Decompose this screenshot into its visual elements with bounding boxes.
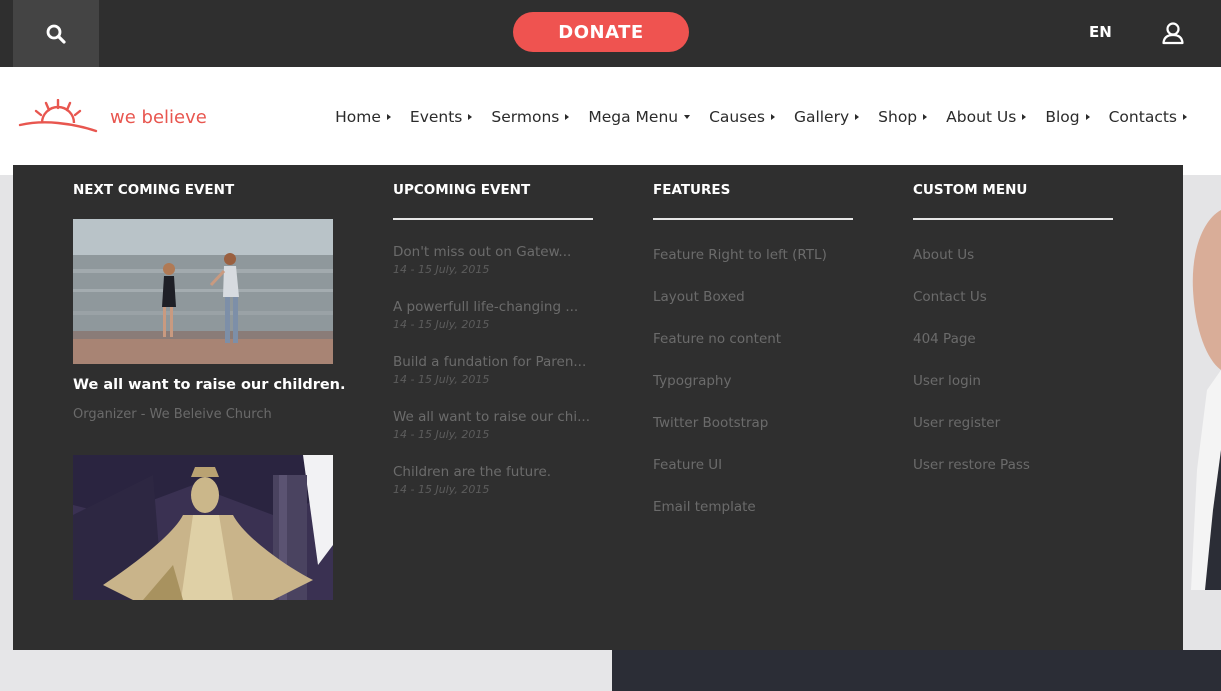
nav-item-shop[interactable]: Shop	[878, 108, 928, 126]
upcoming-event-title[interactable]: Children are the future.	[393, 464, 593, 480]
search-button[interactable]	[13, 0, 99, 67]
custom-menu-heading: CUSTOM MENU	[913, 182, 1028, 198]
custom-menu-link[interactable]: User login	[913, 373, 981, 389]
caret-right-icon	[468, 114, 473, 120]
event-photo-statue[interactable]	[73, 455, 333, 600]
upcoming-event-item[interactable]: Build a fundation for Paren... 14 - 15 J…	[393, 354, 593, 386]
sunrise-logo-icon	[18, 99, 98, 133]
features-link[interactable]: Feature no content	[653, 331, 781, 347]
next-event-heading: NEXT COMING EVENT	[73, 182, 235, 198]
user-account-button[interactable]	[1160, 20, 1186, 46]
features-link[interactable]: Feature Right to left (RTL)	[653, 247, 827, 263]
features-heading: FEATURES	[653, 182, 731, 198]
nav-item-events[interactable]: Events	[410, 108, 473, 126]
features-link[interactable]: Twitter Bootstrap	[653, 415, 768, 431]
heading-divider	[913, 218, 1113, 220]
features-link[interactable]: Feature UI	[653, 457, 722, 473]
upcoming-event-date: 14 - 15 July, 2015	[393, 318, 490, 331]
site-header: we believe Home Events Sermons Mega Menu…	[0, 67, 1221, 175]
language-selector[interactable]: EN	[1089, 23, 1112, 41]
caret-right-icon	[1183, 114, 1187, 120]
caret-right-icon	[386, 114, 391, 120]
site-logo[interactable]: we believe	[18, 99, 207, 135]
upcoming-event-title[interactable]: A powerfull life-changing ...	[393, 299, 593, 315]
features-link[interactable]: Typography	[653, 373, 731, 389]
upcoming-event-title[interactable]: Don't miss out on Gatew...	[393, 244, 593, 260]
top-bar: DONATE EN	[0, 0, 1221, 67]
custom-menu-link[interactable]: User restore Pass	[913, 457, 1030, 473]
nav-item-about-us[interactable]: About Us	[946, 108, 1027, 126]
upcoming-event-date: 14 - 15 July, 2015	[393, 428, 490, 441]
search-icon	[46, 24, 66, 44]
upcoming-event-item[interactable]: Children are the future. 14 - 15 July, 2…	[393, 464, 593, 496]
upcoming-event-heading: UPCOMING EVENT	[393, 182, 531, 198]
features-link[interactable]: Layout Boxed	[653, 289, 745, 305]
nav-item-contacts[interactable]: Contacts	[1109, 108, 1187, 126]
upcoming-event-item[interactable]: Don't miss out on Gatew... 14 - 15 July,…	[393, 244, 593, 276]
custom-menu-link[interactable]: Contact Us	[913, 289, 987, 305]
nav-item-mega-menu[interactable]: Mega Menu	[588, 108, 691, 126]
caret-right-icon	[1085, 114, 1090, 120]
main-nav: Home Events Sermons Mega Menu Causes Gal…	[316, 108, 1187, 126]
upcoming-event-item[interactable]: A powerfull life-changing ... 14 - 15 Ju…	[393, 299, 593, 331]
logo-text: we believe	[110, 106, 207, 128]
hero-background	[0, 650, 612, 691]
event-photo-beach[interactable]	[73, 219, 333, 364]
nav-item-sermons[interactable]: Sermons	[491, 108, 570, 126]
upcoming-event-title[interactable]: Build a fundation for Paren...	[393, 354, 593, 370]
mega-menu-dropdown: NEXT COMING EVENT We all want to raise o…	[13, 165, 1183, 650]
user-icon	[1162, 22, 1184, 45]
hero-photo-bottom	[612, 650, 1221, 691]
caret-right-icon	[855, 114, 860, 120]
upcoming-event-date: 14 - 15 July, 2015	[393, 483, 490, 496]
beach-children-image	[73, 219, 333, 364]
upcoming-event-title[interactable]: We all want to raise our chi...	[393, 409, 593, 425]
event-organizer: Organizer - We Beleive Church	[73, 407, 272, 422]
nav-item-home[interactable]: Home	[335, 108, 391, 126]
heading-divider	[393, 218, 593, 220]
upcoming-event-date: 14 - 15 July, 2015	[393, 373, 490, 386]
custom-menu-link[interactable]: About Us	[913, 247, 974, 263]
upcoming-event-date: 14 - 15 July, 2015	[393, 263, 490, 276]
donate-button[interactable]: DONATE	[513, 12, 689, 52]
nav-item-gallery[interactable]: Gallery	[794, 108, 860, 126]
custom-menu-link[interactable]: 404 Page	[913, 331, 976, 347]
event-title[interactable]: We all want to raise our children.	[73, 377, 346, 393]
caret-right-icon	[1022, 114, 1027, 120]
caret-down-icon	[684, 115, 691, 119]
upcoming-event-item[interactable]: We all want to raise our chi... 14 - 15 …	[393, 409, 593, 441]
hero-person-image	[1191, 210, 1221, 590]
custom-menu-link[interactable]: User register	[913, 415, 1000, 431]
nav-item-blog[interactable]: Blog	[1045, 108, 1090, 126]
caret-right-icon	[923, 114, 928, 120]
heading-divider	[653, 218, 853, 220]
features-link[interactable]: Email template	[653, 499, 756, 515]
caret-right-icon	[565, 114, 570, 120]
nav-item-causes[interactable]: Causes	[709, 108, 775, 126]
statue-image	[73, 455, 333, 600]
caret-right-icon	[770, 114, 775, 120]
